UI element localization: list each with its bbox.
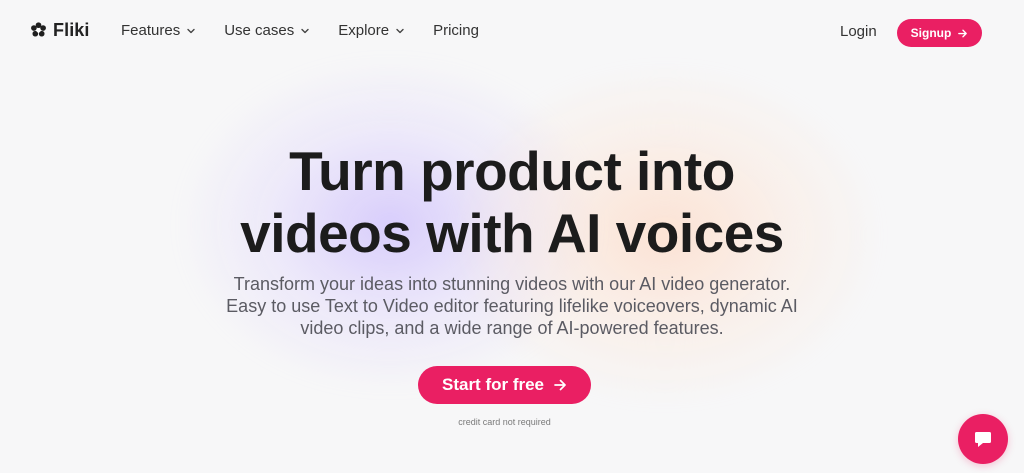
logo-text: Fliki <box>53 20 90 40</box>
chevron-down-icon <box>395 26 405 36</box>
main-menu: Features Use cases Explore Pricing <box>121 22 507 39</box>
nav-item-label: Use cases <box>224 22 295 39</box>
arrow-right-icon <box>553 378 567 392</box>
login-link[interactable]: Login <box>840 23 877 40</box>
chevron-down-icon <box>300 26 310 36</box>
hero-title: Turn product into videos with AI voices <box>0 140 1024 264</box>
nav-item-label: Explore <box>338 22 390 39</box>
nav-item-label: Features <box>121 22 181 39</box>
top-navigation: Fliki Features Use cases Explore Pricing… <box>0 0 1024 66</box>
nav-item-use-cases[interactable]: Use cases <box>224 22 310 39</box>
cta-label: Start for free <box>441 375 545 394</box>
hero-title-line: Turn product into <box>289 140 735 202</box>
nav-item-pricing[interactable]: Pricing <box>433 22 479 39</box>
hero-subtitle-line: Easy to use Text to Video editor featuri… <box>226 296 798 316</box>
signup-label: Signup <box>910 26 952 40</box>
hero-subtitle-line: Transform your ideas into stunning video… <box>233 274 791 294</box>
signup-button[interactable]: Signup <box>897 19 982 47</box>
flower-logo-icon <box>30 22 47 39</box>
start-for-free-button[interactable]: Start for free <box>418 366 591 404</box>
hero-title-line: videos with AI voices <box>240 202 784 264</box>
fliki-logo[interactable]: Fliki <box>30 20 90 41</box>
chevron-down-icon <box>186 26 196 36</box>
chat-button[interactable] <box>958 414 1008 464</box>
nav-item-label: Pricing <box>433 22 479 39</box>
hero-subtitle-line: video clips, and a wide range of AI-powe… <box>300 318 724 338</box>
arrow-right-icon <box>957 28 968 39</box>
credit-card-note: credit card not required <box>458 417 551 427</box>
nav-item-explore[interactable]: Explore <box>338 22 405 39</box>
chat-bubble-icon <box>971 427 995 451</box>
hero-subtitle: Transform your ideas into stunning video… <box>198 273 826 339</box>
nav-item-features[interactable]: Features <box>121 22 196 39</box>
